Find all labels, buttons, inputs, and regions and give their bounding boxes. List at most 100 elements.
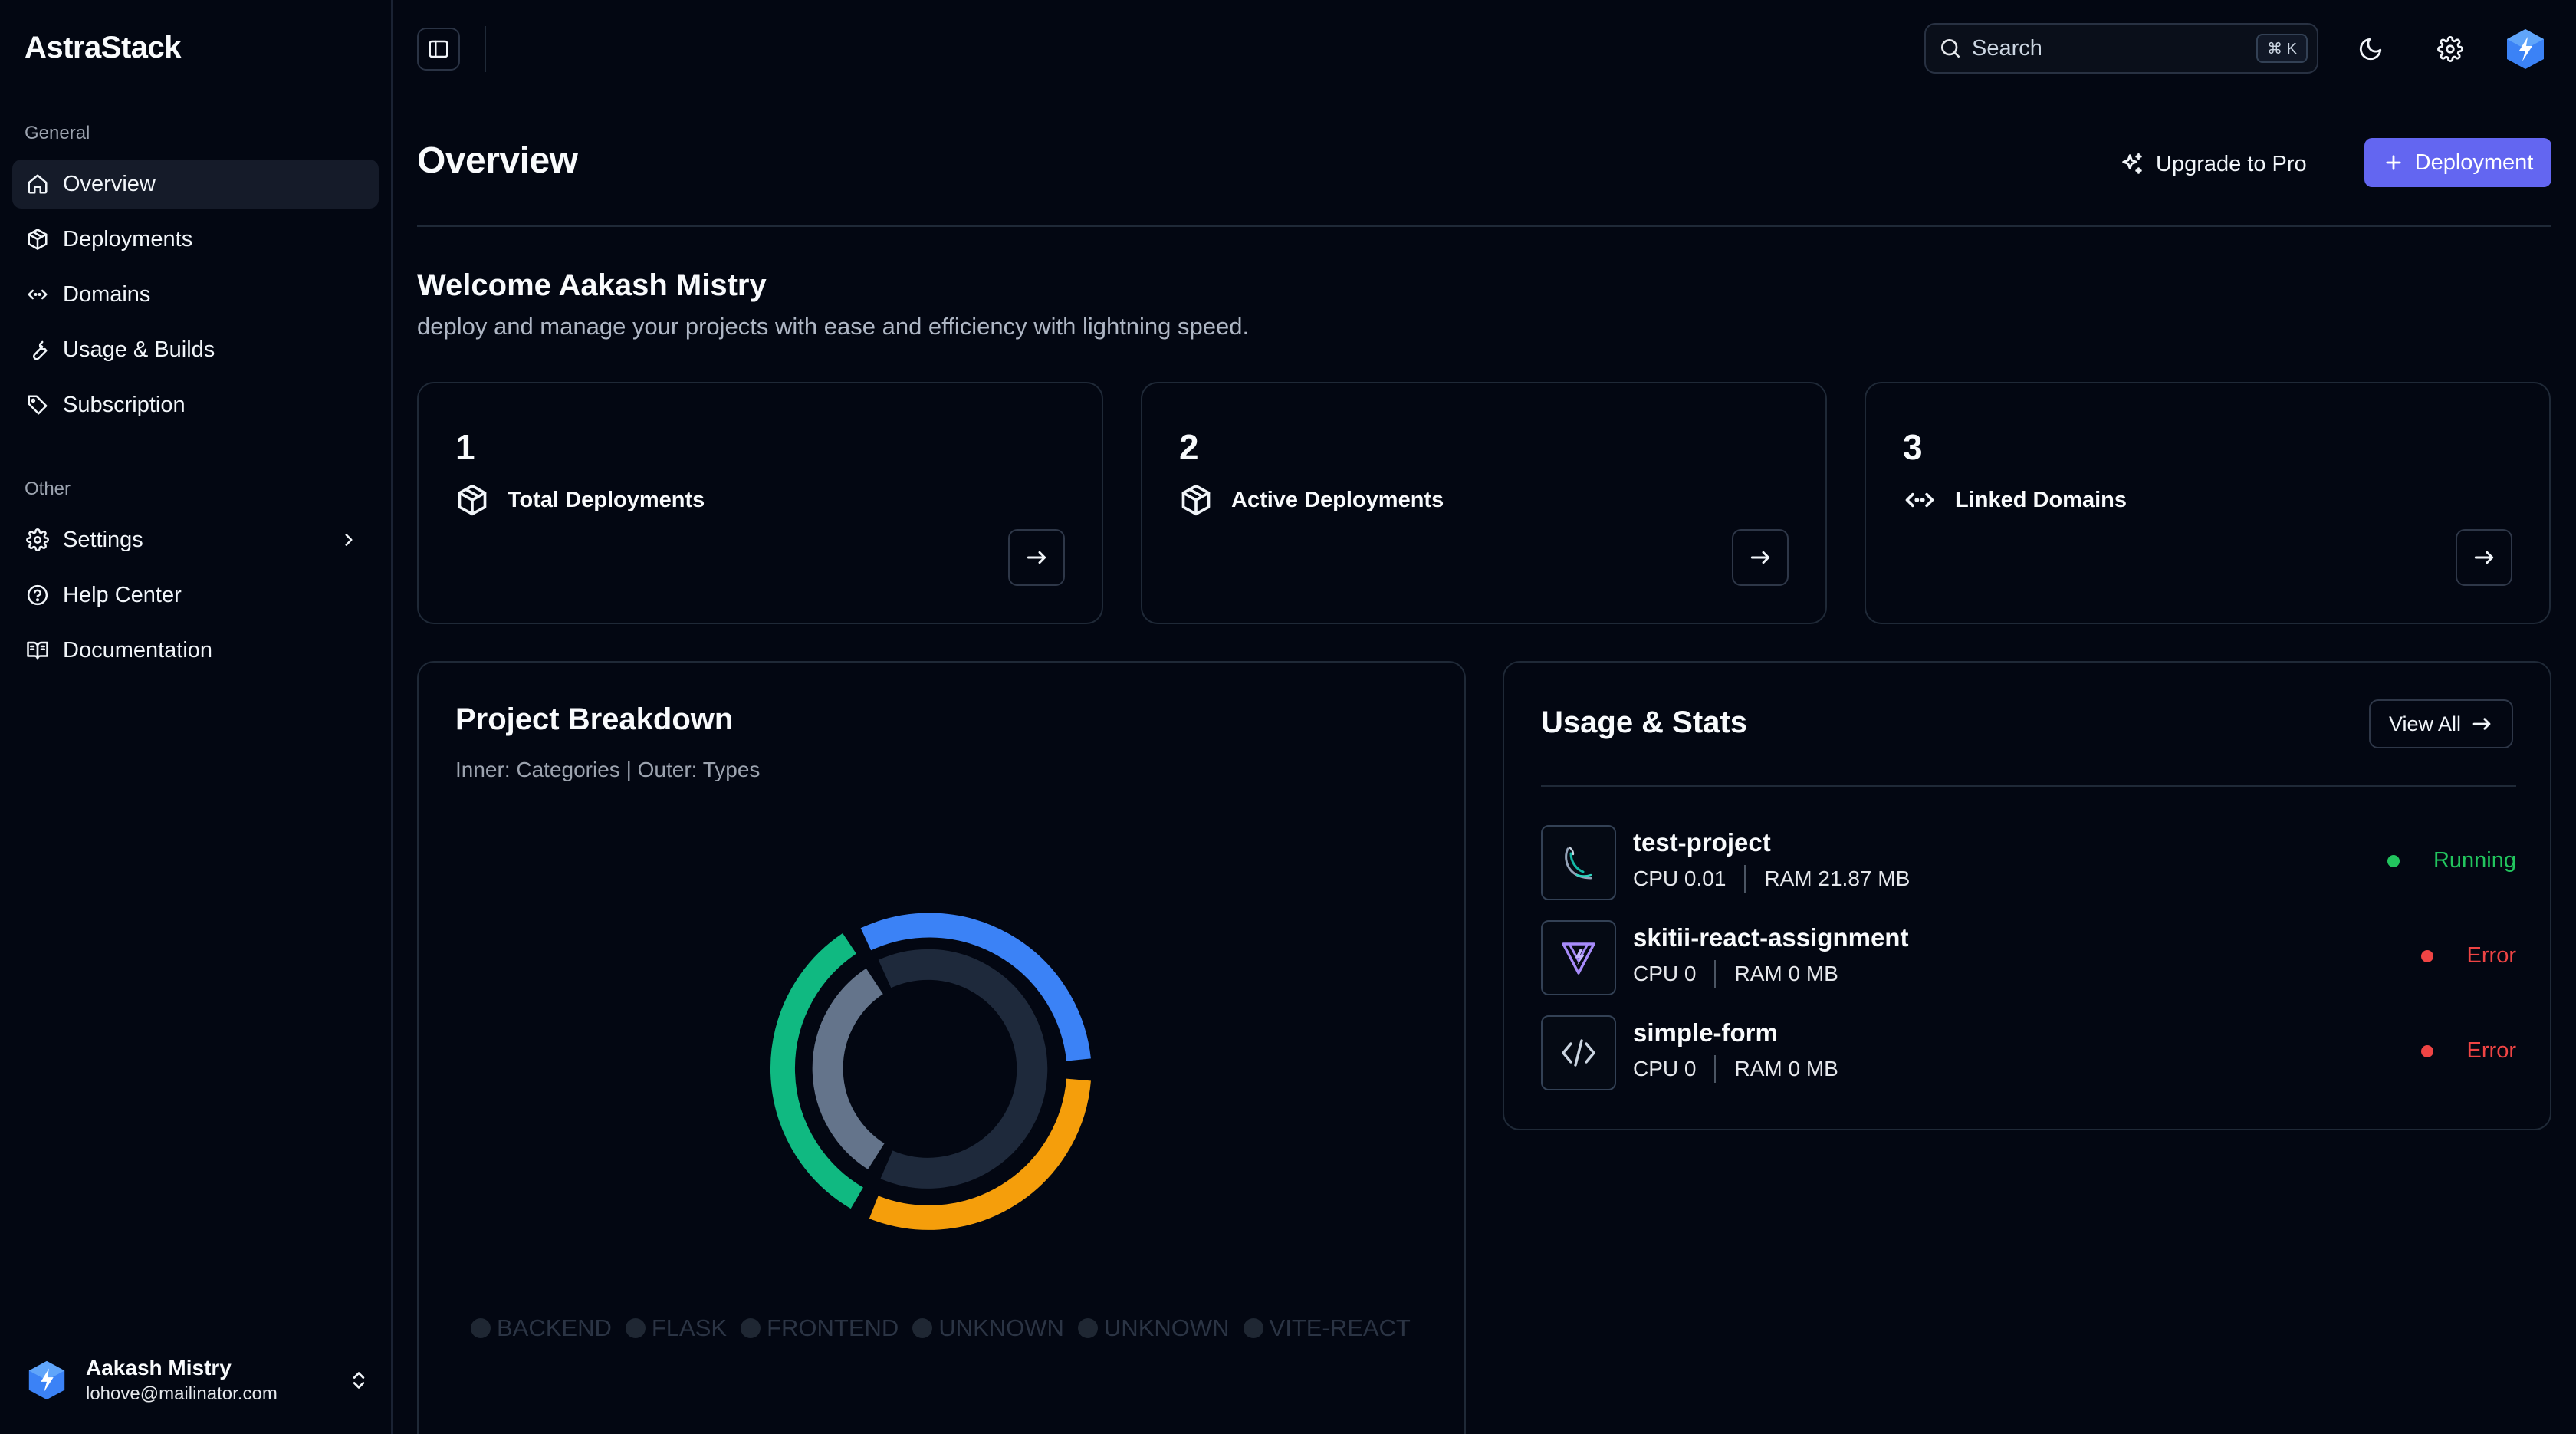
project-row-simple-form[interactable]: simple-form CPU 0 RAM 0 MB Error xyxy=(1541,1015,2516,1092)
status-label: Running xyxy=(2433,848,2516,873)
project-metrics: CPU 0 RAM 0 MB xyxy=(1633,1055,1838,1083)
header-divider xyxy=(417,225,2551,227)
brand-logo-text[interactable]: AstraStack xyxy=(25,31,182,65)
arrow-right-icon xyxy=(1750,551,1770,564)
sparkles-icon xyxy=(2122,153,2142,174)
legend-item[interactable]: VITE-REACT xyxy=(1243,1314,1411,1342)
legend-item[interactable]: UNKNOWN xyxy=(912,1314,1064,1342)
legend-label: UNKNOWN xyxy=(938,1314,1064,1341)
project-ram: RAM 21.87 MB xyxy=(1764,867,1911,890)
chevron-right-icon xyxy=(345,534,353,546)
status-dot xyxy=(2420,949,2433,962)
project-cpu: CPU 0 xyxy=(1633,1057,1697,1080)
project-cpu: CPU 0 xyxy=(1633,962,1697,985)
project-ram: RAM 0 MB xyxy=(1734,1057,1838,1080)
stat-card-active-deployments: 2 Active Deployments xyxy=(1141,382,1827,624)
search-shortcut-badge: ⌘ K xyxy=(2256,34,2308,63)
new-deployment-button[interactable]: Deployment xyxy=(2364,138,2551,187)
topbar-divider xyxy=(485,26,486,72)
donut-inner-segment-slate[interactable] xyxy=(812,968,885,1169)
toggle-sidebar-button[interactable] xyxy=(417,28,460,71)
sidebar-item-subscription[interactable]: Subscription xyxy=(12,380,379,429)
arrow-right-icon xyxy=(2474,551,2494,564)
sidebar-item-settings[interactable]: Settings xyxy=(12,515,379,564)
legend-label: BACKEND xyxy=(497,1314,612,1341)
theme-toggle-button[interactable] xyxy=(2348,26,2394,72)
project-metrics: CPU 0.01 RAM 21.87 MB xyxy=(1633,865,1910,893)
legend-dot xyxy=(1243,1318,1263,1338)
project-row-skitii-react-assignment[interactable]: skitii-react-assignment CPU 0 RAM 0 MB E… xyxy=(1541,920,2516,997)
stat-value: 2 xyxy=(1179,427,1199,467)
project-icon-box xyxy=(1541,825,1616,900)
settings-button[interactable] xyxy=(2427,26,2473,72)
legend-item[interactable]: FLASK xyxy=(625,1314,727,1342)
status-badge: Error xyxy=(2420,943,2516,969)
stat-label-row: Linked Domains xyxy=(1903,483,2127,517)
legend-item[interactable]: BACKEND xyxy=(471,1314,612,1342)
stat-card-total-deployments: 1 Total Deployments xyxy=(417,382,1103,624)
status-dot xyxy=(2387,854,2400,867)
legend-label: FRONTEND xyxy=(767,1314,899,1341)
legend-item[interactable]: UNKNOWN xyxy=(1077,1314,1230,1342)
sidebar: AstraStack General Overview Deployments … xyxy=(0,0,393,1434)
sidebar-item-label: Deployments xyxy=(63,226,193,252)
search-input[interactable] xyxy=(1972,35,2248,61)
upgrade-to-pro-button[interactable]: Upgrade to Pro xyxy=(2119,146,2307,183)
arrow-right-icon xyxy=(2472,718,2491,730)
status-label: Error xyxy=(2466,943,2516,968)
status-label: Error xyxy=(2466,1038,2516,1063)
flask-icon xyxy=(1565,846,1592,880)
project-cpu: CPU 0.01 xyxy=(1633,867,1727,890)
package-icon xyxy=(28,229,48,250)
project-icon-box xyxy=(1541,1015,1616,1090)
legend-dot xyxy=(1077,1318,1098,1338)
stat-open-button[interactable] xyxy=(2456,529,2512,586)
project-breakdown-donut[interactable] xyxy=(753,893,1106,1245)
help-circle-icon xyxy=(27,584,48,606)
user-menu[interactable]: Aakash Mistry lohove@mailinator.com xyxy=(25,1350,370,1411)
sidebar-item-label: Domains xyxy=(63,281,151,307)
legend-item[interactable]: FRONTEND xyxy=(741,1314,899,1342)
project-row-test-project[interactable]: test-project CPU 0.01 RAM 21.87 MB Runni… xyxy=(1541,825,2516,902)
donut-inner-segment-dark[interactable] xyxy=(878,949,1048,1189)
home-icon xyxy=(28,174,48,194)
code-icon xyxy=(1562,1039,1595,1067)
sidebar-item-help-center[interactable]: Help Center xyxy=(12,571,379,620)
sidebar-item-label: Settings xyxy=(63,527,143,552)
sidebar-item-documentation[interactable]: Documentation xyxy=(12,626,379,675)
sidebar-item-deployments[interactable]: Deployments xyxy=(12,215,379,264)
usage-divider xyxy=(1541,785,2516,787)
sidebar-item-domains[interactable]: Domains xyxy=(12,270,379,319)
sidebar-item-overview[interactable]: Overview xyxy=(12,160,379,209)
sidebar-item-label: Help Center xyxy=(63,582,182,607)
deployment-label: Deployment xyxy=(2414,150,2534,175)
search-box[interactable]: ⌘ K xyxy=(1924,23,2318,74)
panel-subtitle: Inner: Categories | Outer: Types xyxy=(455,758,761,781)
vite-icon xyxy=(1562,942,1595,975)
legend-dot xyxy=(625,1318,646,1338)
view-all-button[interactable]: View All xyxy=(2369,699,2513,748)
stat-label: Active Deployments xyxy=(1231,487,1444,512)
sidebar-item-label: Usage & Builds xyxy=(63,337,215,362)
usage-stats-panel: Usage & Stats View All test-project CPU … xyxy=(1503,661,2551,1130)
sidebar-item-usage-builds[interactable]: Usage & Builds xyxy=(12,325,379,374)
metric-separator xyxy=(1714,1055,1717,1083)
welcome-title: Welcome Aakash Mistry xyxy=(417,268,767,302)
group-label-general: General xyxy=(25,123,90,143)
package-icon xyxy=(458,484,487,516)
panel-title: Project Breakdown xyxy=(455,702,734,736)
project-name: test-project xyxy=(1633,828,1771,857)
donut-outer-segment-blue[interactable] xyxy=(860,913,1091,1061)
stat-open-button[interactable] xyxy=(1008,529,1065,586)
legend-dot xyxy=(912,1318,933,1338)
stat-value: 1 xyxy=(455,427,475,467)
arrow-right-icon xyxy=(1027,551,1046,564)
chevrons-up-down-icon xyxy=(353,1372,365,1389)
stat-open-button[interactable] xyxy=(1732,529,1789,586)
user-avatar-button[interactable] xyxy=(2502,26,2548,72)
stat-card-linked-domains: 3 Linked Domains xyxy=(1865,382,2551,624)
sidebar-item-label: Documentation xyxy=(63,637,213,663)
gear-icon xyxy=(2437,36,2463,62)
status-badge: Error xyxy=(2420,1038,2516,1064)
stat-value: 3 xyxy=(1903,427,1923,467)
